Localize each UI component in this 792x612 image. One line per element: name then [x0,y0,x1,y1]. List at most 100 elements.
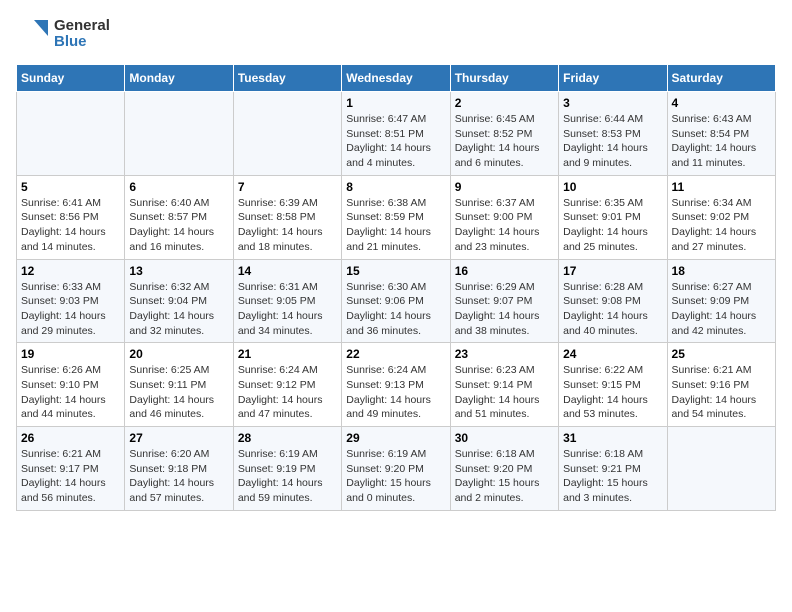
day-info: Sunrise: 6:21 AM Sunset: 9:17 PM Dayligh… [21,447,120,506]
day-cell-29: 29 Sunrise: 6:19 AM Sunset: 9:20 PM Dayli… [342,427,450,511]
day-number: 7 [238,180,337,194]
week-row-4: 19 Sunrise: 6:26 AM Sunset: 9:10 PM Dayli… [17,343,776,427]
day-number: 29 [346,431,445,445]
day-number: 30 [455,431,554,445]
day-cell-26: 26Sunrise: 6:21 AM Sunset: 9:17 PM Dayli… [17,427,125,511]
day-header-wednesday: Wednesday [342,65,450,92]
logo-text: General Blue [54,18,110,51]
day-cell-16: 16Sunrise: 6:29 AM Sunset: 9:07 PM Dayli… [450,259,558,343]
week-row-2: 5 Sunrise: 6:41 AM Sunset: 8:56 PM Daylig… [17,175,776,259]
day-number: 28 [238,431,337,445]
day-cell-1: 1Sunrise: 6:47 AM Sunset: 8:51 PM Daylig… [342,92,450,176]
day-number: 20 [129,347,228,361]
day-info: Sunrise: 6:43 AM Sunset: 8:54 PM Dayligh… [672,112,771,171]
empty-cell [233,92,341,176]
week-row-5: 26Sunrise: 6:21 AM Sunset: 9:17 PM Dayli… [17,427,776,511]
day-cell-30: 30 Sunrise: 6:18 AM Sunset: 9:20 PM Dayli… [450,427,558,511]
day-cell-7: 7 Sunrise: 6:39 AM Sunset: 8:58 PM Daylig… [233,175,341,259]
day-cell-6: 6 Sunrise: 6:40 AM Sunset: 8:57 PM Daylig… [125,175,233,259]
day-cell-27: 27 Sunrise: 6:20 AM Sunset: 9:18 PM Dayli… [125,427,233,511]
day-number: 21 [238,347,337,361]
logo-blue: Blue [54,34,110,51]
day-info: Sunrise: 6:44 AM Sunset: 8:53 PM Dayligh… [563,112,662,171]
day-number: 9 [455,180,554,194]
day-info: Sunrise: 6:45 AM Sunset: 8:52 PM Dayligh… [455,112,554,171]
day-header-sunday: Sunday [17,65,125,92]
week-row-3: 12Sunrise: 6:33 AM Sunset: 9:03 PM Dayli… [17,259,776,343]
day-info: Sunrise: 6:26 AM Sunset: 9:10 PM Dayligh… [21,363,120,422]
day-cell-28: 28 Sunrise: 6:19 AM Sunset: 9:19 PM Dayli… [233,427,341,511]
day-info: Sunrise: 6:25 AM Sunset: 9:11 PM Dayligh… [129,363,228,422]
day-number: 17 [563,264,662,278]
empty-cell [125,92,233,176]
day-number: 3 [563,96,662,110]
day-number: 23 [455,347,554,361]
day-cell-19: 19 Sunrise: 6:26 AM Sunset: 9:10 PM Dayli… [17,343,125,427]
day-number: 5 [21,180,120,194]
day-cell-11: 11 Sunrise: 6:34 AM Sunset: 9:02 PM Dayli… [667,175,775,259]
day-number: 18 [672,264,771,278]
day-cell-9: 9 Sunrise: 6:37 AM Sunset: 9:00 PM Daylig… [450,175,558,259]
day-number: 10 [563,180,662,194]
day-cell-12: 12Sunrise: 6:33 AM Sunset: 9:03 PM Dayli… [17,259,125,343]
day-cell-13: 13 Sunrise: 6:32 AM Sunset: 9:04 PM Dayli… [125,259,233,343]
day-info: Sunrise: 6:24 AM Sunset: 9:13 PM Dayligh… [346,363,445,422]
day-header-monday: Monday [125,65,233,92]
day-number: 19 [21,347,120,361]
empty-cell [667,427,775,511]
day-info: Sunrise: 6:31 AM Sunset: 9:05 PM Dayligh… [238,280,337,339]
day-info: Sunrise: 6:23 AM Sunset: 9:14 PM Dayligh… [455,363,554,422]
day-cell-2: 2 Sunrise: 6:45 AM Sunset: 8:52 PM Daylig… [450,92,558,176]
day-cell-3: 3 Sunrise: 6:44 AM Sunset: 8:53 PM Daylig… [559,92,667,176]
day-info: Sunrise: 6:19 AM Sunset: 9:19 PM Dayligh… [238,447,337,506]
calendar-table: SundayMondayTuesdayWednesdayThursdayFrid… [16,64,776,511]
day-header-friday: Friday [559,65,667,92]
day-info: Sunrise: 6:32 AM Sunset: 9:04 PM Dayligh… [129,280,228,339]
day-info: Sunrise: 6:37 AM Sunset: 9:00 PM Dayligh… [455,196,554,255]
day-number: 25 [672,347,771,361]
day-info: Sunrise: 6:18 AM Sunset: 9:20 PM Dayligh… [455,447,554,506]
day-cell-22: 22 Sunrise: 6:24 AM Sunset: 9:13 PM Dayli… [342,343,450,427]
day-info: Sunrise: 6:38 AM Sunset: 8:59 PM Dayligh… [346,196,445,255]
day-number: 13 [129,264,228,278]
day-number: 22 [346,347,445,361]
calendar-header-row: SundayMondayTuesdayWednesdayThursdayFrid… [17,65,776,92]
day-cell-24: 24Sunrise: 6:22 AM Sunset: 9:15 PM Dayli… [559,343,667,427]
day-info: Sunrise: 6:41 AM Sunset: 8:56 PM Dayligh… [21,196,120,255]
day-number: 1 [346,96,445,110]
day-number: 11 [672,180,771,194]
day-header-tuesday: Tuesday [233,65,341,92]
day-info: Sunrise: 6:40 AM Sunset: 8:57 PM Dayligh… [129,196,228,255]
day-cell-17: 17 Sunrise: 6:28 AM Sunset: 9:08 PM Dayli… [559,259,667,343]
logo-shape-icon [16,16,52,52]
day-info: Sunrise: 6:33 AM Sunset: 9:03 PM Dayligh… [21,280,120,339]
day-info: Sunrise: 6:30 AM Sunset: 9:06 PM Dayligh… [346,280,445,339]
day-cell-20: 20 Sunrise: 6:25 AM Sunset: 9:11 PM Dayli… [125,343,233,427]
logo: General Blue [16,16,110,52]
day-info: Sunrise: 6:34 AM Sunset: 9:02 PM Dayligh… [672,196,771,255]
day-info: Sunrise: 6:18 AM Sunset: 9:21 PM Dayligh… [563,447,662,506]
day-header-thursday: Thursday [450,65,558,92]
day-cell-23: 23 Sunrise: 6:23 AM Sunset: 9:14 PM Dayli… [450,343,558,427]
day-cell-31: 31Sunrise: 6:18 AM Sunset: 9:21 PM Dayli… [559,427,667,511]
day-number: 6 [129,180,228,194]
day-cell-21: 21Sunrise: 6:24 AM Sunset: 9:12 PM Dayli… [233,343,341,427]
day-number: 2 [455,96,554,110]
page-header: General Blue [16,16,776,52]
day-info: Sunrise: 6:21 AM Sunset: 9:16 PM Dayligh… [672,363,771,422]
day-info: Sunrise: 6:29 AM Sunset: 9:07 PM Dayligh… [455,280,554,339]
day-header-saturday: Saturday [667,65,775,92]
day-info: Sunrise: 6:27 AM Sunset: 9:09 PM Dayligh… [672,280,771,339]
empty-cell [17,92,125,176]
day-info: Sunrise: 6:39 AM Sunset: 8:58 PM Dayligh… [238,196,337,255]
day-cell-10: 10Sunrise: 6:35 AM Sunset: 9:01 PM Dayli… [559,175,667,259]
day-cell-5: 5 Sunrise: 6:41 AM Sunset: 8:56 PM Daylig… [17,175,125,259]
day-info: Sunrise: 6:19 AM Sunset: 9:20 PM Dayligh… [346,447,445,506]
day-number: 24 [563,347,662,361]
day-number: 4 [672,96,771,110]
day-info: Sunrise: 6:20 AM Sunset: 9:18 PM Dayligh… [129,447,228,506]
logo-general: General [54,18,110,35]
day-info: Sunrise: 6:28 AM Sunset: 9:08 PM Dayligh… [563,280,662,339]
day-number: 14 [238,264,337,278]
day-number: 27 [129,431,228,445]
